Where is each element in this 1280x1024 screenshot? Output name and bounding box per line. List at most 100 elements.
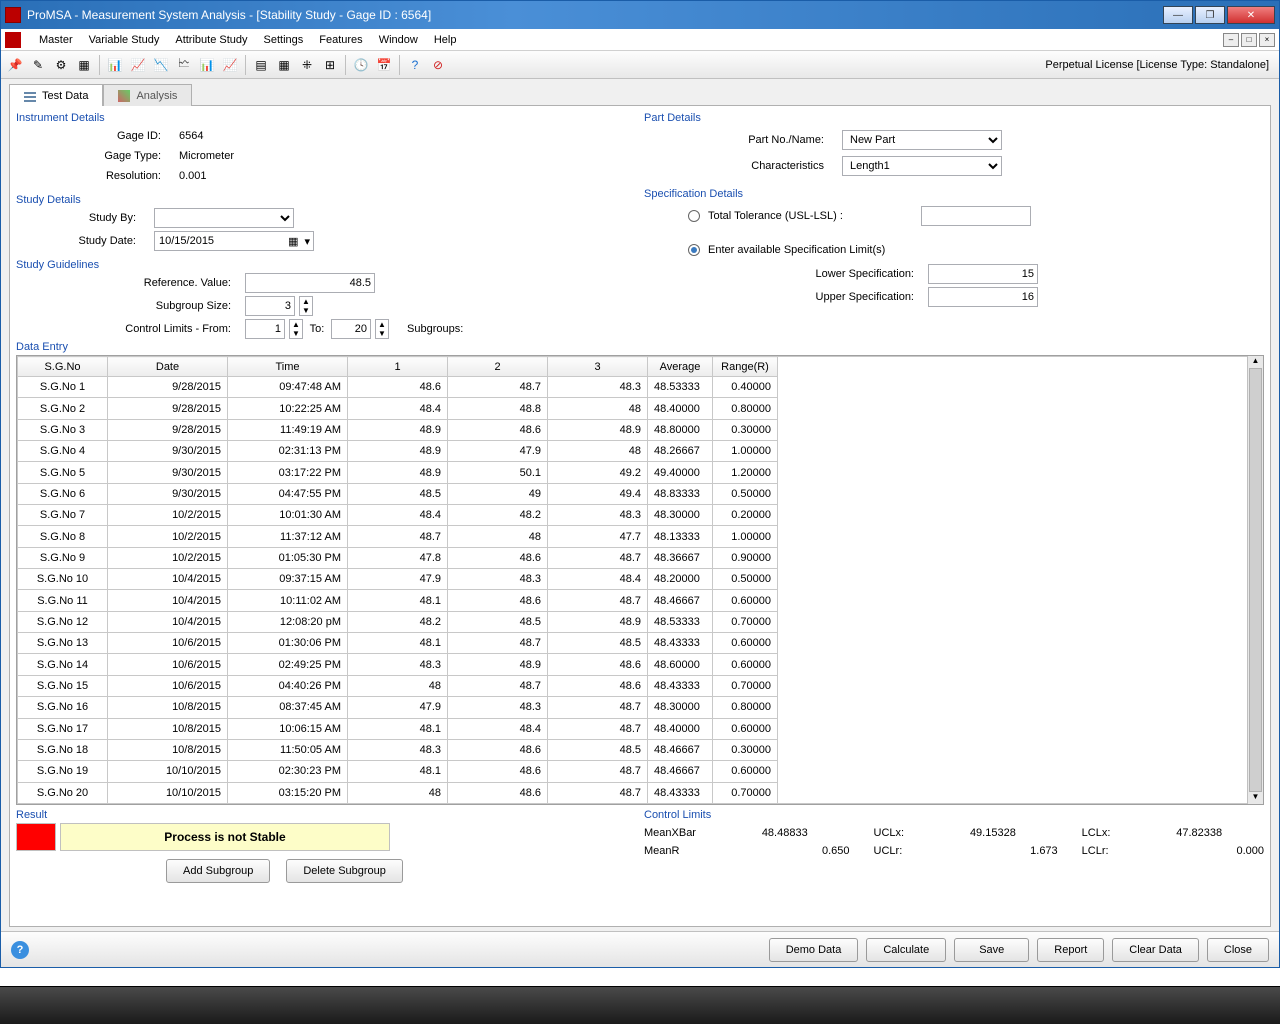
cell[interactable]: 0.60000 — [713, 761, 778, 782]
table2-icon[interactable]: ▦ — [274, 55, 294, 75]
cell[interactable]: S.G.No 3 — [18, 419, 108, 440]
cell[interactable]: 48.7 — [548, 782, 648, 803]
cell[interactable]: S.G.No 15 — [18, 675, 108, 696]
cell[interactable]: 11:49:19 AM — [228, 419, 348, 440]
column-header[interactable]: Date — [108, 357, 228, 377]
close-button[interactable]: Close — [1207, 938, 1269, 962]
scroll-down-icon[interactable]: ▼ — [1248, 792, 1263, 804]
cell[interactable]: 48.20000 — [648, 569, 713, 590]
cell[interactable]: 48.2 — [348, 611, 448, 632]
clear-data-button[interactable]: Clear Data — [1112, 938, 1199, 962]
cell[interactable]: 10:11:02 AM — [228, 590, 348, 611]
cell[interactable]: 48.9 — [348, 419, 448, 440]
cell[interactable]: 08:37:45 AM — [228, 697, 348, 718]
cell[interactable]: 10/8/2015 — [108, 718, 228, 739]
cell[interactable]: 48.6 — [448, 590, 548, 611]
cell[interactable]: 48 — [348, 675, 448, 696]
table-row[interactable]: S.G.No 1910/10/201502:30:23 PM48.148.648… — [18, 761, 778, 782]
cell[interactable]: 49.4 — [548, 483, 648, 504]
help-icon[interactable]: ? — [405, 55, 425, 75]
cell[interactable]: 10/2/2015 — [108, 547, 228, 568]
cell[interactable]: 10/10/2015 — [108, 761, 228, 782]
cell[interactable]: 0.60000 — [713, 654, 778, 675]
characteristics-select[interactable]: Length1 — [842, 156, 1002, 176]
study-date-picker[interactable]: 10/15/2015 ▦ ▾ — [154, 231, 314, 251]
cell[interactable]: 10/8/2015 — [108, 697, 228, 718]
cell[interactable]: 48 — [448, 526, 548, 547]
cell[interactable]: 10/2/2015 — [108, 526, 228, 547]
cell[interactable]: 47.9 — [348, 569, 448, 590]
cell[interactable]: 48.3 — [448, 569, 548, 590]
cell[interactable]: 48.4 — [548, 569, 648, 590]
cell[interactable]: 0.30000 — [713, 419, 778, 440]
table1-icon[interactable]: ▤ — [251, 55, 271, 75]
cell[interactable]: 48.1 — [348, 590, 448, 611]
cell[interactable]: 48.4 — [448, 718, 548, 739]
table-row[interactable]: S.G.No 910/2/201501:05:30 PM47.848.648.7… — [18, 547, 778, 568]
vertical-scrollbar[interactable]: ▲ ▼ — [1247, 356, 1263, 804]
cell[interactable]: 48.7 — [548, 718, 648, 739]
table-row[interactable]: S.G.No 1410/6/201502:49:25 PM48.348.948.… — [18, 654, 778, 675]
cell[interactable]: S.G.No 14 — [18, 654, 108, 675]
cell[interactable]: S.G.No 20 — [18, 782, 108, 803]
cell[interactable]: 48.13333 — [648, 526, 713, 547]
cell[interactable]: 0.90000 — [713, 547, 778, 568]
column-header[interactable]: 3 — [548, 357, 648, 377]
table-row[interactable]: S.G.No 1110/4/201510:11:02 AM48.148.648.… — [18, 590, 778, 611]
gear-icon[interactable]: ⚙ — [51, 55, 71, 75]
cell[interactable]: 1.00000 — [713, 441, 778, 462]
demo-data-button[interactable]: Demo Data — [769, 938, 859, 962]
chart2-icon[interactable]: 📈 — [128, 55, 148, 75]
cell[interactable]: 09:47:48 AM — [228, 377, 348, 398]
table-row[interactable]: S.G.No 710/2/201510:01:30 AM48.448.248.3… — [18, 505, 778, 526]
cell[interactable]: 48.4 — [348, 398, 448, 419]
chart6-icon[interactable]: 📈 — [220, 55, 240, 75]
cell[interactable]: S.G.No 8 — [18, 526, 108, 547]
chart5-icon[interactable]: 📊 — [197, 55, 217, 75]
cell[interactable]: 48 — [348, 782, 448, 803]
column-header[interactable]: S.G.No — [18, 357, 108, 377]
cell[interactable]: 48.43333 — [648, 633, 713, 654]
table-row[interactable]: S.G.No 59/30/201503:17:22 PM48.950.149.2… — [18, 462, 778, 483]
close-button[interactable]: ✕ — [1227, 6, 1275, 24]
part-no-select[interactable]: New Part — [842, 130, 1002, 150]
cell[interactable]: 0.60000 — [713, 633, 778, 654]
chevron-down-icon[interactable]: ▾ — [301, 235, 313, 248]
column-header[interactable]: Range(R) — [713, 357, 778, 377]
cell[interactable]: 48.5 — [548, 739, 648, 760]
cell[interactable]: 12:08:20 pM — [228, 611, 348, 632]
cell[interactable]: 10/2/2015 — [108, 505, 228, 526]
cell[interactable]: 48.83333 — [648, 483, 713, 504]
cell[interactable]: 48.36667 — [648, 547, 713, 568]
cell[interactable]: 10/6/2015 — [108, 654, 228, 675]
mdi-restore-button[interactable]: □ — [1241, 33, 1257, 47]
cell[interactable]: 1.20000 — [713, 462, 778, 483]
cell[interactable]: 47.9 — [348, 697, 448, 718]
menu-features[interactable]: Features — [311, 32, 370, 48]
menu-settings[interactable]: Settings — [256, 32, 312, 48]
grid-icon[interactable]: ▦ — [74, 55, 94, 75]
cell[interactable]: S.G.No 7 — [18, 505, 108, 526]
cell[interactable]: 48.6 — [448, 419, 548, 440]
cell[interactable]: 0.70000 — [713, 611, 778, 632]
table-row[interactable]: S.G.No 19/28/201509:47:48 AM48.648.748.3… — [18, 377, 778, 398]
menu-help[interactable]: Help — [426, 32, 465, 48]
cell[interactable]: 10/6/2015 — [108, 633, 228, 654]
spinner-icon[interactable]: ▲▼ — [299, 296, 313, 316]
calendar-icon[interactable]: 📅 — [374, 55, 394, 75]
cell[interactable]: 49 — [448, 483, 548, 504]
cell[interactable]: 48.4 — [348, 505, 448, 526]
cell[interactable]: 48.53333 — [648, 611, 713, 632]
spinner-icon[interactable]: ▲▼ — [375, 319, 389, 339]
cell[interactable]: 10:22:25 AM — [228, 398, 348, 419]
chart4-icon[interactable]: 🗠 — [174, 55, 194, 75]
cell[interactable]: 48.2 — [448, 505, 548, 526]
mdi-minimize-button[interactable]: – — [1223, 33, 1239, 47]
cell[interactable]: 48.60000 — [648, 654, 713, 675]
chart1-icon[interactable]: 📊 — [105, 55, 125, 75]
cell[interactable]: 48.80000 — [648, 419, 713, 440]
save-button[interactable]: Save — [954, 938, 1029, 962]
cell[interactable]: S.G.No 17 — [18, 718, 108, 739]
cell[interactable]: S.G.No 2 — [18, 398, 108, 419]
cell[interactable]: 01:05:30 PM — [228, 547, 348, 568]
